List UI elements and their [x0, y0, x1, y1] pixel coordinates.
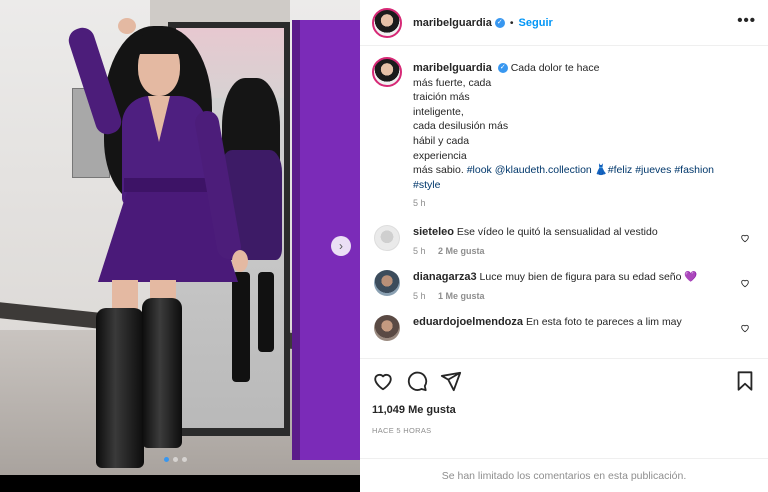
woman-bangs [134, 34, 186, 54]
next-slide-button[interactable]: › [331, 236, 351, 256]
caption-hashtags[interactable]: #feliz #jueves #fashion [608, 164, 714, 176]
comments-limited-notice: Se han limitado los comentarios en esta … [360, 458, 768, 492]
comment-text: Luce muy bien de figura para su edad señ… [479, 270, 682, 283]
woman-boot [142, 298, 182, 448]
heart-icon[interactable] [740, 323, 750, 333]
woman-boot [96, 308, 144, 468]
reflection-boot [232, 272, 250, 382]
reflection-boot [258, 272, 274, 352]
comment-text: En esta foto te pareces a lim may [525, 315, 682, 328]
verified-icon: ✓ [494, 17, 505, 28]
chevron-right-icon: › [339, 239, 343, 253]
comment-text: Ese vídeo le quitó la sensualidad al ves… [456, 225, 658, 238]
comment-time[interactable]: 5 h [413, 291, 426, 301]
post-side-panel: maribelguardia ✓ • Seguir ••• maribelgua… [360, 0, 768, 492]
avatar[interactable] [374, 269, 400, 296]
caption-hashtags[interactable]: #style [413, 178, 743, 193]
carousel-dot [173, 457, 178, 462]
dress-emoji: 👗 [594, 164, 608, 177]
caption-hashtags[interactable]: #look @klaudeth.collection [467, 164, 592, 176]
caption-line: más sabio. [413, 164, 464, 177]
comment-item: sieteleo Ese vídeo le quitó la sensualid… [372, 224, 756, 256]
post-actions: 11,049 Me gusta HACE 5 HORAS [360, 358, 768, 458]
comment-likes[interactable]: 1 Me gusta [438, 291, 485, 301]
bookmark-icon[interactable] [734, 370, 756, 392]
comment-username[interactable]: dianagarza3 [413, 271, 477, 283]
woman-raised-hand [118, 18, 136, 34]
author-username[interactable]: maribelguardia [413, 17, 492, 29]
woman-dress-belt [124, 178, 208, 192]
caption-line: experiencia [413, 149, 467, 162]
caption-time[interactable]: 5 h [413, 196, 743, 211]
purple-heart-emoji: 💜 [684, 270, 698, 283]
caption-username[interactable]: maribelguardia [413, 62, 492, 74]
photo-purple-wall [296, 20, 360, 460]
post-header: maribelguardia ✓ • Seguir ••• [360, 0, 768, 46]
avatar[interactable] [374, 224, 400, 251]
post-time-ago[interactable]: HACE 5 HORAS [372, 426, 756, 435]
heart-icon[interactable] [740, 233, 750, 243]
heart-icon[interactable] [372, 370, 394, 392]
photo-purple-edge [292, 20, 300, 460]
more-icon[interactable]: ••• [737, 12, 756, 29]
caption-line: hábil y cada [413, 134, 470, 147]
comment-body: sieteleo Ese vídeo le quitó la sensualid… [413, 225, 733, 256]
comment-icon[interactable] [406, 370, 428, 392]
caption-line: inteligente, [413, 105, 464, 118]
comment-username[interactable]: sieteleo [413, 226, 454, 238]
avatar[interactable] [374, 314, 400, 341]
caption: maribelguardia ✓ Cada dolor te hace más … [372, 57, 756, 211]
likes-count[interactable]: 11,049 Me gusta [372, 404, 756, 416]
post-media: › [0, 0, 360, 475]
comment-username[interactable]: eduardojoelmendoza [413, 316, 523, 328]
follow-button[interactable]: Seguir [519, 17, 553, 29]
share-icon[interactable] [440, 370, 462, 392]
comment-body: eduardojoelmendoza En esta foto te parec… [413, 315, 733, 341]
comments-section[interactable]: maribelguardia ✓ Cada dolor te hace más … [360, 47, 768, 357]
header-separator: • [509, 16, 514, 29]
avatar[interactable] [372, 7, 402, 38]
verified-icon: ✓ [497, 63, 508, 74]
comment-likes[interactable]: 2 Me gusta [438, 246, 485, 256]
caption-body: maribelguardia ✓ Cada dolor te hace más … [413, 61, 743, 211]
carousel-dot [182, 457, 187, 462]
caption-line: más fuerte, cada [413, 76, 492, 89]
caption-line: Cada dolor te hace [510, 62, 600, 74]
avatar[interactable] [372, 57, 402, 87]
caption-line: traición más [413, 91, 470, 104]
comment-item: eduardojoelmendoza En esta foto te parec… [372, 314, 756, 341]
action-icons [372, 369, 756, 393]
heart-icon[interactable] [740, 278, 750, 288]
comment-time[interactable]: 5 h [413, 246, 426, 256]
carousel-dot [164, 457, 169, 462]
caption-line: cada desilusión más [413, 120, 509, 133]
comment-item: dianagarza3 Luce muy bien de figura para… [372, 269, 756, 301]
comment-body: dianagarza3 Luce muy bien de figura para… [413, 270, 733, 301]
woman-lowered-hand [232, 250, 248, 272]
carousel-dots [164, 457, 187, 462]
